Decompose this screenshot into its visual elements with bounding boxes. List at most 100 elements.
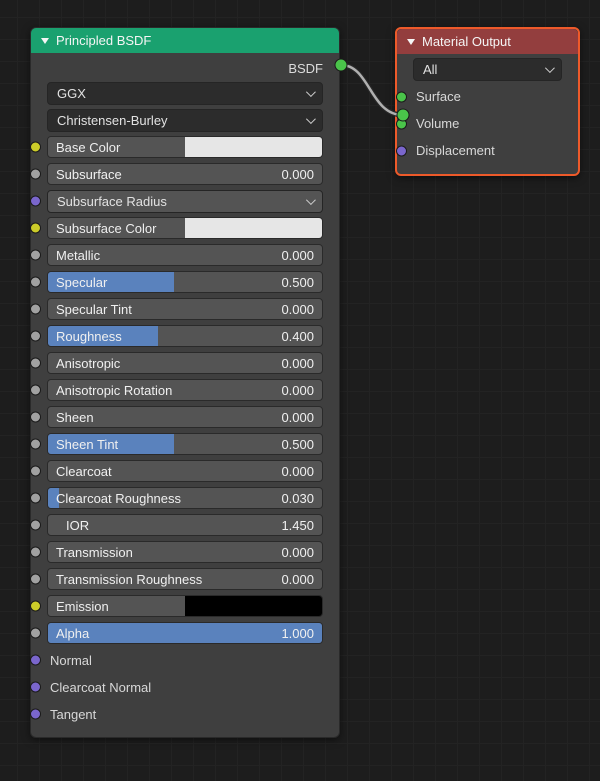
slider-label: Roughness <box>56 329 122 344</box>
anisotropic-row: Anisotropic 0.000 <box>47 351 323 375</box>
sheen-tint-row: Sheen Tint 0.500 <box>47 432 323 456</box>
clearcoat-slider[interactable]: Clearcoat0.000 <box>47 460 323 482</box>
socket-cc-rough[interactable] <box>30 493 41 504</box>
transmission-slider[interactable]: Transmission0.000 <box>47 541 323 563</box>
socket-alpha[interactable] <box>30 628 41 639</box>
node-principled-bsdf[interactable]: Principled BSDF BSDF GGX Christensen-Bur… <box>30 27 340 738</box>
socket-sheen-tint[interactable] <box>30 439 41 450</box>
sheen-slider[interactable]: Sheen0.000 <box>47 406 323 428</box>
base-color-row: Base Color <box>47 135 323 159</box>
cc-rough-slider[interactable]: Clearcoat Roughness0.030 <box>47 487 323 509</box>
socket-specular[interactable] <box>30 277 41 288</box>
ior-slider[interactable]: IOR1.450 <box>47 514 323 536</box>
socket-base-color[interactable] <box>30 142 41 153</box>
slider-label: Sheen Tint <box>56 437 118 452</box>
socket-sss-color[interactable] <box>30 223 41 234</box>
socket-cc-normal[interactable] <box>30 682 41 693</box>
clearcoat-row: Clearcoat0.000 <box>47 459 323 483</box>
sss-method-dropdown[interactable]: Christensen-Burley <box>47 109 323 132</box>
node-body: BSDF GGX Christensen-Burley Base Color <box>31 53 339 737</box>
socket-sheen[interactable] <box>30 412 41 423</box>
slider-value: 0.400 <box>281 329 314 344</box>
socket-anisotropic[interactable] <box>30 358 41 369</box>
slider-value: 0.000 <box>281 464 314 479</box>
socket-subsurface[interactable] <box>30 169 41 180</box>
tr-rough-slider[interactable]: Transmission Roughness0.000 <box>47 568 323 590</box>
transmission-row: Transmission0.000 <box>47 540 323 564</box>
emission-row: Emission <box>47 594 323 618</box>
socket-volume[interactable] <box>396 118 407 129</box>
base-color-field[interactable]: Base Color <box>47 136 323 158</box>
slider-label: IOR <box>56 518 89 533</box>
sheen-tint-slider[interactable]: Sheen Tint 0.500 <box>47 433 323 455</box>
socket-tr-rough[interactable] <box>30 574 41 585</box>
subsurface-slider[interactable]: Subsurface 0.000 <box>47 163 323 185</box>
sss-radius-dropdown[interactable]: Subsurface Radius <box>47 190 323 213</box>
chevron-down-icon <box>306 114 316 124</box>
slider-label: Transmission <box>56 545 133 560</box>
slider-value: 0.000 <box>281 572 314 587</box>
specular-slider[interactable]: Specular0.500 <box>47 271 323 293</box>
node-header[interactable]: Principled BSDF <box>31 28 339 53</box>
roughness-slider[interactable]: Roughness 0.400 <box>47 325 323 347</box>
tr-rough-row: Transmission Roughness0.000 <box>47 567 323 591</box>
node-header[interactable]: Material Output <box>397 29 578 54</box>
emission-swatch[interactable] <box>185 596 322 616</box>
socket-surface[interactable] <box>396 91 407 102</box>
metallic-slider[interactable]: Metallic0.000 <box>47 244 323 266</box>
slider-label: Anisotropic <box>56 356 120 371</box>
tangent-row: Tangent <box>47 702 323 726</box>
slider-label: Alpha <box>56 626 89 641</box>
target-dropdown-row: All <box>413 58 562 81</box>
socket-aniso-rot[interactable] <box>30 385 41 396</box>
emission-label: Emission <box>48 596 185 616</box>
cc-rough-row: Clearcoat Roughness0.030 <box>47 486 323 510</box>
alpha-slider[interactable]: Alpha 1.000 <box>47 622 323 644</box>
ior-row: IOR1.450 <box>47 513 323 537</box>
sheen-row: Sheen0.000 <box>47 405 323 429</box>
socket-specular-tint[interactable] <box>30 304 41 315</box>
specular-tint-slider[interactable]: Specular Tint0.000 <box>47 298 323 320</box>
distribution-dropdown-row: GGX <box>47 81 323 105</box>
normal-label: Normal <box>47 653 92 668</box>
base-color-label: Base Color <box>48 137 185 157</box>
target-dropdown[interactable]: All <box>413 58 562 81</box>
socket-emission[interactable] <box>30 601 41 612</box>
cc-normal-label: Clearcoat Normal <box>47 680 151 695</box>
distribution-dropdown[interactable]: GGX <box>47 82 323 105</box>
slider-value: 0.000 <box>281 356 314 371</box>
sss-method-dropdown-row: Christensen-Burley <box>47 108 323 132</box>
tangent-label: Tangent <box>47 707 96 722</box>
anisotropic-slider[interactable]: Anisotropic 0.000 <box>47 352 323 374</box>
collapse-icon[interactable] <box>407 39 415 45</box>
aniso-rot-slider[interactable]: Anisotropic Rotation0.000 <box>47 379 323 401</box>
alpha-row: Alpha 1.000 <box>47 621 323 645</box>
slider-value: 0.000 <box>281 383 314 398</box>
socket-metallic[interactable] <box>30 250 41 261</box>
socket-roughness[interactable] <box>30 331 41 342</box>
socket-transmission[interactable] <box>30 547 41 558</box>
sss-color-label: Subsurface Color <box>48 218 185 238</box>
slider-value: 0.500 <box>281 437 314 452</box>
sss-color-field[interactable]: Subsurface Color <box>47 217 323 239</box>
socket-sss-radius[interactable] <box>30 196 41 207</box>
socket-normal[interactable] <box>30 655 41 666</box>
base-color-swatch[interactable] <box>185 137 322 157</box>
collapse-icon[interactable] <box>41 38 49 44</box>
aniso-rot-row: Anisotropic Rotation0.000 <box>47 378 323 402</box>
distribution-value: GGX <box>57 86 86 101</box>
node-material-output[interactable]: Material Output All Surface Volume Displ… <box>395 27 580 176</box>
socket-tangent[interactable] <box>30 709 41 720</box>
sss-color-swatch[interactable] <box>185 218 322 238</box>
output-bsdf-label: BSDF <box>37 57 333 81</box>
emission-field[interactable]: Emission <box>47 595 323 617</box>
socket-clearcoat[interactable] <box>30 466 41 477</box>
socket-ior[interactable] <box>30 520 41 531</box>
slider-value: 1.000 <box>281 626 314 641</box>
chevron-down-icon <box>306 87 316 97</box>
chevron-down-icon <box>306 195 316 205</box>
socket-displacement[interactable] <box>396 145 407 156</box>
volume-label: Volume <box>413 116 459 131</box>
chevron-down-icon <box>545 63 555 73</box>
slider-label: Specular <box>56 275 107 290</box>
